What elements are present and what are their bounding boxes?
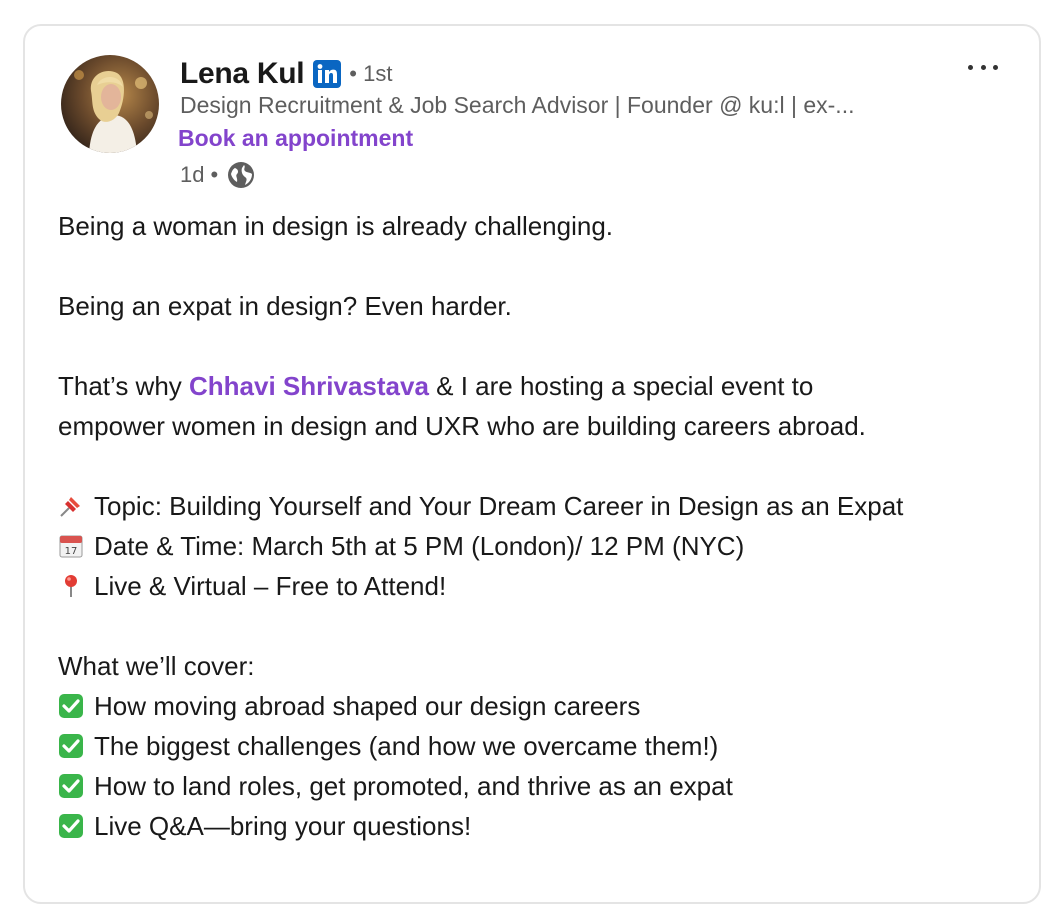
post-card: Lena Kul • 1st Design Recruitment & Job … [23,24,1041,904]
post-body: Being a woman in design is already chall… [58,206,1018,846]
list-item: How moving abroad shaped our design care… [58,686,1018,726]
globe-icon [226,160,256,190]
pushpin-icon [58,493,84,519]
list-item: How to land roles, get promoted, and thr… [58,766,1018,806]
more-options-icon[interactable] [965,52,1001,82]
mention-link[interactable]: Chhavi Shrivastava [189,366,429,406]
post-meta: 1d • [180,159,256,191]
author-avatar[interactable] [61,55,159,153]
connection-degree: • 1st [349,61,393,86]
check-mark-button-icon [58,813,84,839]
post-paragraph: That’s why Chhavi Shrivastava & I are ho… [58,366,1018,406]
svg-text:17: 17 [65,546,78,557]
list-item: Live Q&A—bring your questions! [58,806,1018,846]
author-headline: Design Recruitment & Job Search Advisor … [180,92,855,118]
post-time: 1d [180,162,205,187]
post-paragraph: Being an expat in design? Even harder. [58,291,512,321]
calendar-icon: 17 [58,533,84,559]
post-paragraph: empower women in design and UXR who are … [58,411,866,441]
location-line: Live & Virtual – Free to Attend! [58,566,1018,606]
check-mark-button-icon [58,773,84,799]
author-name[interactable]: Lena Kul [180,57,305,91]
datetime-line: 17 Date & Time: March 5th at 5 PM (Londo… [58,526,1018,566]
meta-separator: • [210,162,219,187]
list-item: The biggest challenges (and how we overc… [58,726,1018,766]
topic-line: Topic: Building Yourself and Your Dream … [58,486,1018,526]
round-pushpin-icon [58,573,84,599]
post-paragraph: Being a woman in design is already chall… [58,211,614,241]
check-mark-button-icon [58,733,84,759]
cover-heading: What we’ll cover: [58,651,255,681]
book-appointment-link[interactable]: Book an appointment [178,125,413,152]
check-mark-button-icon [58,693,84,719]
linkedin-icon [312,59,342,89]
